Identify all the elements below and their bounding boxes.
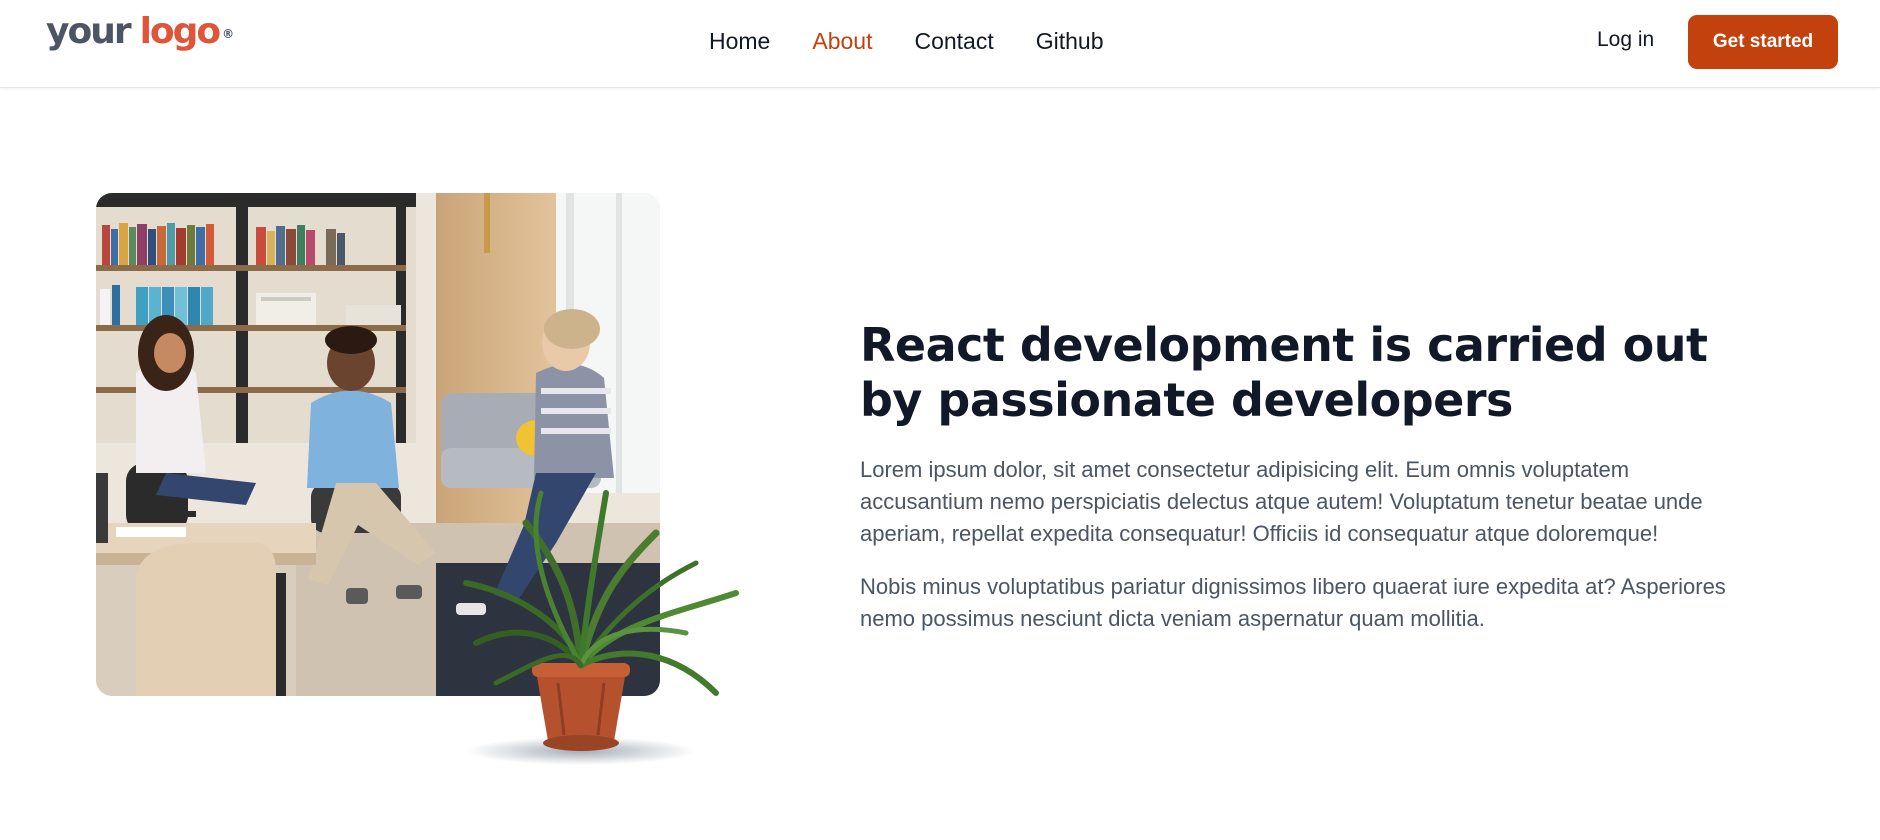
hero-text: React development is carried out by pass… bbox=[860, 318, 1740, 635]
logo-word-logo: logo bbox=[139, 11, 222, 52]
login-link[interactable]: Log in bbox=[1597, 28, 1654, 52]
main-nav: Home About Contact Github bbox=[709, 28, 1104, 55]
brand-logo[interactable]: your logo ® bbox=[46, 14, 234, 64]
logo-word-your: your bbox=[46, 11, 132, 52]
nav-link-contact[interactable]: Contact bbox=[914, 28, 993, 55]
registered-mark: ® bbox=[222, 27, 235, 41]
hero-image bbox=[96, 193, 739, 765]
hero-headline: React development is carried out by pass… bbox=[860, 318, 1708, 427]
hero-paragraph-2: Nobis minus voluptatibus pariatur dignis… bbox=[860, 574, 1726, 631]
get-started-button[interactable]: Get started bbox=[1688, 15, 1838, 69]
nav-link-github[interactable]: Github bbox=[1036, 28, 1104, 55]
top-navbar: your logo ® Home About Contact Github Lo… bbox=[0, 0, 1880, 88]
hero-paragraph-1: Lorem ipsum dolor, sit amet consectetur … bbox=[860, 457, 1703, 546]
nav-link-home[interactable]: Home bbox=[709, 28, 770, 55]
nav-link-about[interactable]: About bbox=[812, 28, 872, 55]
